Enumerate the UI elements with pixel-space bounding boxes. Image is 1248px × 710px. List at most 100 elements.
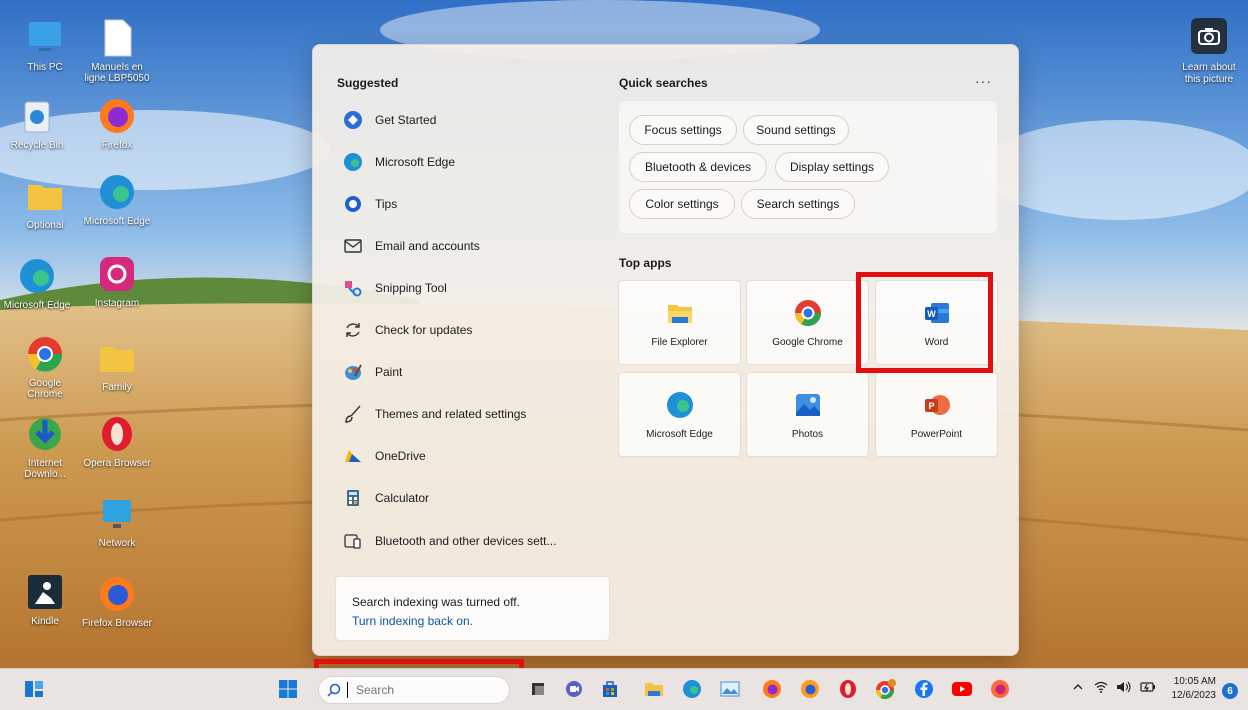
suggested-item-get-started[interactable]: Get Started [343,108,436,132]
chevron-up-icon [1073,684,1083,690]
desktop-icon-family[interactable]: Family [82,338,152,393]
clock-date: 12/6/2023 [1171,690,1217,701]
desktop-icon-instagram[interactable]: Instagram [82,254,152,309]
chip-sound-settings[interactable]: Sound settings [743,115,849,145]
top-app-file-explorer[interactable]: File Explorer [618,280,741,365]
chip-bluetooth-devices[interactable]: Bluetooth & devices [629,152,767,182]
suggested-item-email-accounts[interactable]: Email and accounts [343,234,480,258]
edge-icon [100,175,134,209]
volume-status[interactable] [1116,681,1132,696]
download-manager-icon [29,418,61,450]
desktop-icon-recycle-bin[interactable]: Recycle Bin [2,96,72,151]
show-hidden-icons[interactable] [1072,681,1084,696]
desktop-icon-network[interactable]: Network [82,494,152,549]
quick-searches-title: Quick searches [619,76,708,90]
desktop-icon-manuels[interactable]: Manuels en ligne LBP5050 [82,18,152,84]
suggested-item-paint[interactable]: Paint [343,360,402,384]
battery-charging-icon [1140,682,1155,692]
text-caret [347,682,348,698]
suggested-item-themes[interactable]: Themes and related settings [343,402,526,426]
battery-status[interactable] [1140,681,1156,696]
windows-icon [279,680,297,698]
desktop-icon-this-pc[interactable]: This PC [10,18,80,73]
desktop-icon-optional[interactable]: Optional [10,176,80,231]
start-button[interactable] [276,677,300,701]
firefox-browser-icon [801,680,819,698]
facebook-icon [915,680,933,698]
taskbar-file-explorer[interactable] [642,677,666,701]
taskbar-chrome-profile[interactable] [874,677,898,701]
get-started-icon [343,110,363,130]
file-explorer-icon [645,683,663,696]
onedrive-icon [343,446,363,466]
opera-icon [840,680,856,698]
firefox-icon [991,680,1009,698]
more-options-button[interactable]: ··· [975,73,992,89]
chip-display-settings[interactable]: Display settings [775,152,889,182]
wifi-status[interactable] [1094,681,1108,696]
top-app-powerpoint[interactable]: P PowerPoint [875,372,998,457]
taskbar-firefox[interactable] [760,677,784,701]
suggested-item-onedrive[interactable]: OneDrive [343,444,426,468]
desktop-icon-microsoft-edge-2[interactable]: Microsoft Edge [2,256,72,311]
taskbar-facebook[interactable] [912,677,936,701]
firefox-icon [763,680,781,698]
tips-icon [343,194,363,214]
kindle-icon [28,575,62,609]
youtube-icon [952,682,972,696]
desktop-icon-microsoft-edge-1[interactable]: Microsoft Edge [82,172,152,227]
wifi-icon [1094,681,1108,693]
taskbar-youtube[interactable] [950,677,974,701]
chip-color-settings[interactable]: Color settings [629,189,735,219]
taskbar-firefox-dev[interactable] [798,677,822,701]
desktop-icon-firefox[interactable]: Firefox [82,96,152,151]
taskbar-task-view[interactable] [526,677,550,701]
snipping-tool-icon [343,278,363,298]
suggested-item-bluetooth-devices[interactable]: Bluetooth and other devices sett... [343,529,556,553]
indexing-notice-text: Search indexing was turned off. [352,595,520,609]
recycle-bin-icon [24,101,50,133]
chip-focus-settings[interactable]: Focus settings [629,115,737,145]
search-input[interactable] [356,683,506,697]
desktop-icon-google-chrome[interactable]: Google Chrome [10,334,80,400]
suggested-item-check-updates[interactable]: Check for updates [343,318,472,342]
edge-icon [20,259,54,293]
photos-icon [795,394,820,416]
brush-icon [343,404,363,424]
notification-badge[interactable]: 6 [1222,683,1238,699]
taskbar-teams[interactable] [562,677,586,701]
suggested-item-calculator[interactable]: Calculator [343,486,429,510]
suggested-item-edge[interactable]: Microsoft Edge [343,150,455,174]
folder-icon [100,347,134,372]
desktop-icon-firefox-browser[interactable]: Firefox Browser [82,574,152,629]
widgets-button[interactable] [22,677,46,701]
highlight-word-tile [856,272,993,373]
desktop-icon-kindle[interactable]: Kindle [10,572,80,627]
taskbar-clock[interactable]: 10:05 AM 12/6/2023 [1166,675,1217,703]
top-app-microsoft-edge[interactable]: Microsoft Edge [618,372,741,457]
learn-about-picture[interactable]: Learn about this picture [1174,18,1244,86]
suggested-item-tips[interactable]: Tips [343,192,397,216]
turn-indexing-on-link[interactable]: Turn indexing back on. [352,614,473,628]
taskbar-firefox-2[interactable] [988,677,1012,701]
teams-chat-icon [566,681,582,697]
top-app-google-chrome[interactable]: Google Chrome [746,280,869,365]
taskbar-photo-app[interactable] [718,677,742,701]
top-app-photos[interactable]: Photos [746,372,869,457]
taskbar-store[interactable] [598,677,622,701]
desktop-icon-opera[interactable]: Opera Browser [82,414,152,469]
firefox-icon [100,99,134,133]
suggested-item-snipping-tool[interactable]: Snipping Tool [343,276,447,300]
powerpoint-icon: P [924,395,950,415]
taskbar-search-box[interactable] [318,676,510,704]
camera-icon [1191,18,1227,54]
edge-icon [666,392,693,418]
devices-icon [343,531,363,551]
desktop-icon-internet-download[interactable]: Internet Downlo... [10,414,80,480]
taskbar-opera[interactable] [836,677,860,701]
instagram-icon [100,257,134,291]
taskbar-edge[interactable] [680,677,704,701]
chip-search-settings[interactable]: Search settings [741,189,855,219]
refresh-icon [343,320,363,340]
indexing-notice: Search indexing was turned off. Turn ind… [335,576,610,641]
